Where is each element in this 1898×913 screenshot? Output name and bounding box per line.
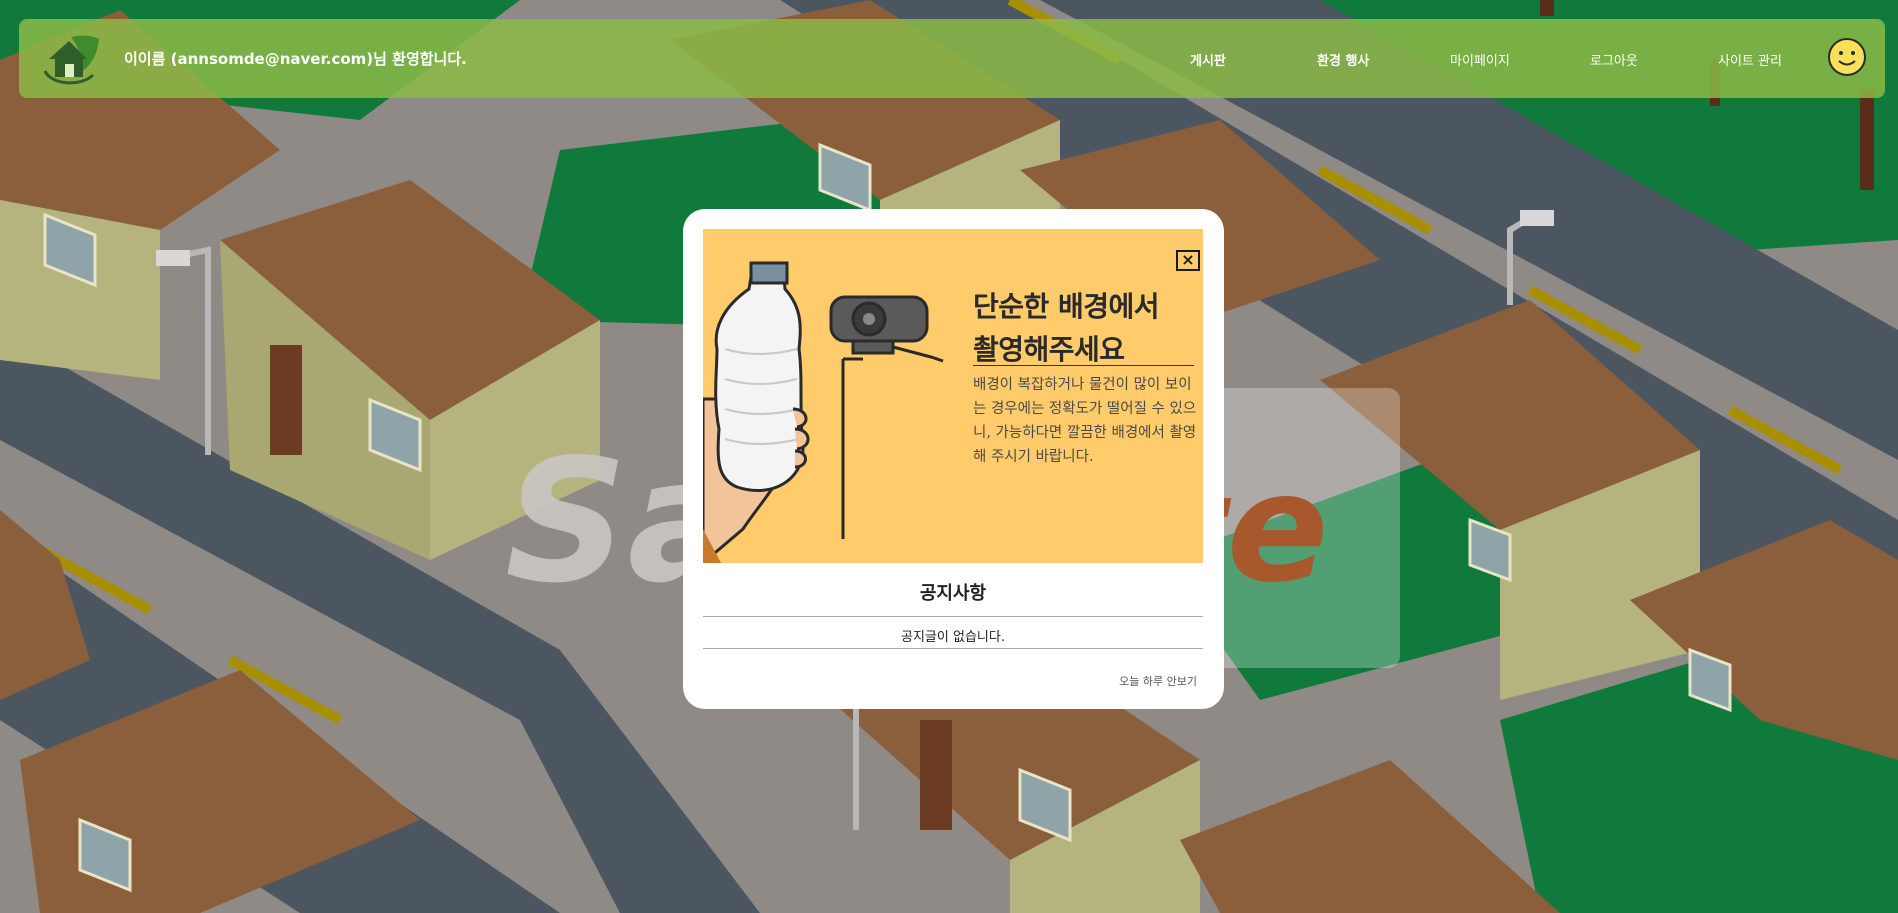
bottle-and-webcam-illustration [703,261,944,563]
notice-divider-top [703,616,1203,617]
nav-eco-events[interactable]: 환경 행사 [1317,50,1369,69]
smiley-avatar-icon[interactable] [1827,37,1867,77]
nav-mypage[interactable]: 마이페이지 [1450,50,1510,69]
home-leaf-logo-icon[interactable] [41,31,101,87]
hide-today-link[interactable]: 오늘 하루 안보기 [1119,673,1197,689]
welcome-message: 이이름 (annsomde@naver.com)님 환영합니다. [124,50,467,68]
notice-divider-bottom [703,648,1203,649]
banner-description: 배경이 복잡하거나 물건이 많이 보이는 경우에는 정확도가 떨어질 수 있으니… [973,377,1197,465]
banner-title-line1: 단순한 배경에서 [973,290,1160,323]
banner-title: 단순한 배경에서 촬영해주세요 [973,285,1203,371]
notice-title: 공지사항 [919,583,987,604]
notice-empty-message: 공지글이 없습니다. [901,630,1005,645]
photo-tip-banner: × 단순한 배경에서 촬영해주세요 배경이 복잡하거나 물건이 많이 보이는 경… [703,229,1203,563]
close-popup-button[interactable]: × [1176,250,1200,271]
top-navigation-bar: 이이름 (annsomde@naver.com)님 환영합니다. 게시판 환경 … [19,19,1885,98]
nav-site-admin[interactable]: 사이트 관리 [1718,50,1782,69]
nav-logout[interactable]: 로그아웃 [1590,50,1638,69]
nav-board[interactable]: 게시판 [1190,50,1226,69]
notice-popup-modal: × 단순한 배경에서 촬영해주세요 배경이 복잡하거나 물건이 많이 보이는 경… [683,209,1224,709]
banner-divider [973,365,1194,366]
